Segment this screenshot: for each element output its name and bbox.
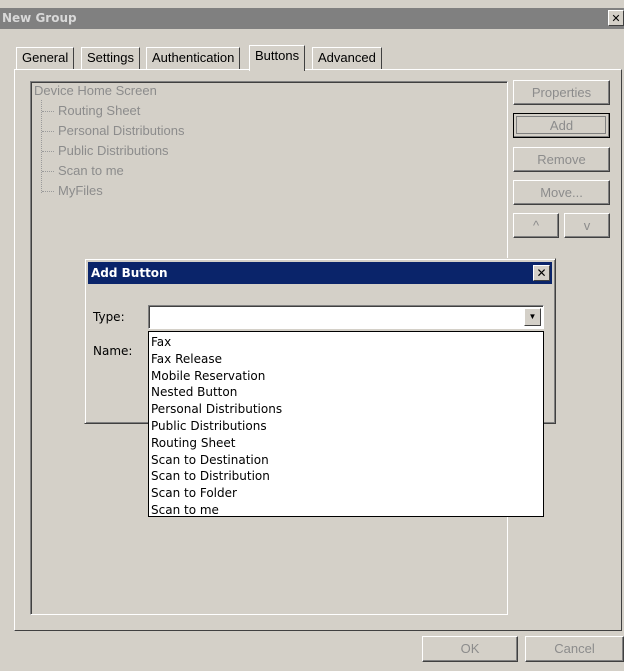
- type-option-scan-to-me[interactable]: Scan to me: [149, 502, 543, 519]
- tab-label: Authentication: [152, 50, 235, 65]
- move-button[interactable]: Move...: [513, 180, 610, 205]
- button-label: v: [583, 218, 591, 233]
- properties-button[interactable]: Properties: [513, 80, 610, 105]
- type-option-fax-release[interactable]: Fax Release: [149, 351, 543, 368]
- window-titlebar: New Group ✕: [0, 8, 624, 29]
- button-label: Cancel: [554, 641, 595, 656]
- tab-advanced[interactable]: Advanced: [312, 47, 382, 69]
- tree-item-label: Public Distributions: [58, 143, 169, 158]
- move-up-button[interactable]: ^: [513, 213, 559, 238]
- type-option-public-distributions[interactable]: Public Distributions: [149, 418, 543, 435]
- tree-item-scan-to-me[interactable]: Scan to me: [42, 162, 124, 180]
- button-label: Add: [549, 118, 574, 133]
- type-label: Type:: [93, 310, 125, 324]
- ok-button[interactable]: OK: [422, 636, 518, 662]
- tab-settings[interactable]: Settings: [81, 47, 140, 69]
- button-label: ^: [532, 218, 540, 233]
- tree-item-label: MyFiles: [58, 183, 103, 198]
- tab-label: Settings: [87, 50, 134, 65]
- type-option-personal-distributions[interactable]: Personal Distributions: [149, 401, 543, 418]
- tree-item-label: Personal Distributions: [58, 123, 185, 138]
- chevron-down-icon[interactable]: ▼: [524, 308, 541, 326]
- tree-item-personal-distributions[interactable]: Personal Distributions: [42, 122, 184, 140]
- type-option-scan-to-destination[interactable]: Scan to Destination: [149, 452, 543, 469]
- tree-item-public-distributions[interactable]: Public Distributions: [42, 142, 169, 160]
- tree-item-label: Routing Sheet: [58, 103, 141, 118]
- tree-item-routing-sheet[interactable]: Routing Sheet: [42, 102, 140, 120]
- tree-item-label: Scan to me: [58, 163, 124, 178]
- tab-general[interactable]: General: [16, 47, 75, 69]
- remove-button[interactable]: Remove: [513, 147, 610, 172]
- cancel-button[interactable]: Cancel: [525, 636, 624, 662]
- window-title: New Group: [2, 11, 77, 25]
- type-option-nested-button[interactable]: Nested Button: [149, 384, 543, 401]
- add-button[interactable]: Add: [513, 113, 610, 138]
- move-down-button[interactable]: v: [564, 213, 610, 238]
- dialog-close-button[interactable]: ✕: [533, 265, 550, 281]
- type-option-fax[interactable]: Fax: [149, 334, 543, 351]
- name-label: Name:: [93, 344, 133, 358]
- type-option-routing-sheet[interactable]: Routing Sheet: [149, 435, 543, 452]
- button-label: OK: [460, 641, 480, 656]
- type-option-scan-to-folder[interactable]: Scan to Folder: [149, 485, 543, 502]
- window-close-button[interactable]: ✕: [608, 10, 624, 26]
- tab-label: Buttons: [255, 48, 300, 63]
- tab-authentication[interactable]: Authentication: [146, 47, 241, 69]
- type-option-scan-to-distribution[interactable]: Scan to Distribution: [149, 468, 543, 485]
- close-icon: ✕: [536, 266, 547, 280]
- dialog-title: Add Button: [91, 266, 168, 280]
- dialog-titlebar: Add Button ✕: [88, 262, 552, 284]
- tab-label: Advanced: [318, 50, 376, 65]
- tree-item-myfiles[interactable]: MyFiles: [42, 182, 103, 200]
- tab-buttons[interactable]: Buttons: [249, 45, 306, 71]
- button-label: Remove: [537, 152, 586, 167]
- close-icon: ✕: [611, 12, 621, 25]
- type-options-list[interactable]: Fax Fax Release Mobile Reservation Neste…: [148, 331, 544, 517]
- tree-root[interactable]: Device Home Screen: [34, 82, 157, 100]
- tab-label: General: [22, 50, 69, 65]
- button-label: Properties: [531, 85, 592, 100]
- button-label: Move...: [540, 185, 583, 200]
- type-dropdown[interactable]: ▼: [148, 305, 544, 329]
- type-option-mobile-reservation[interactable]: Mobile Reservation: [149, 368, 543, 385]
